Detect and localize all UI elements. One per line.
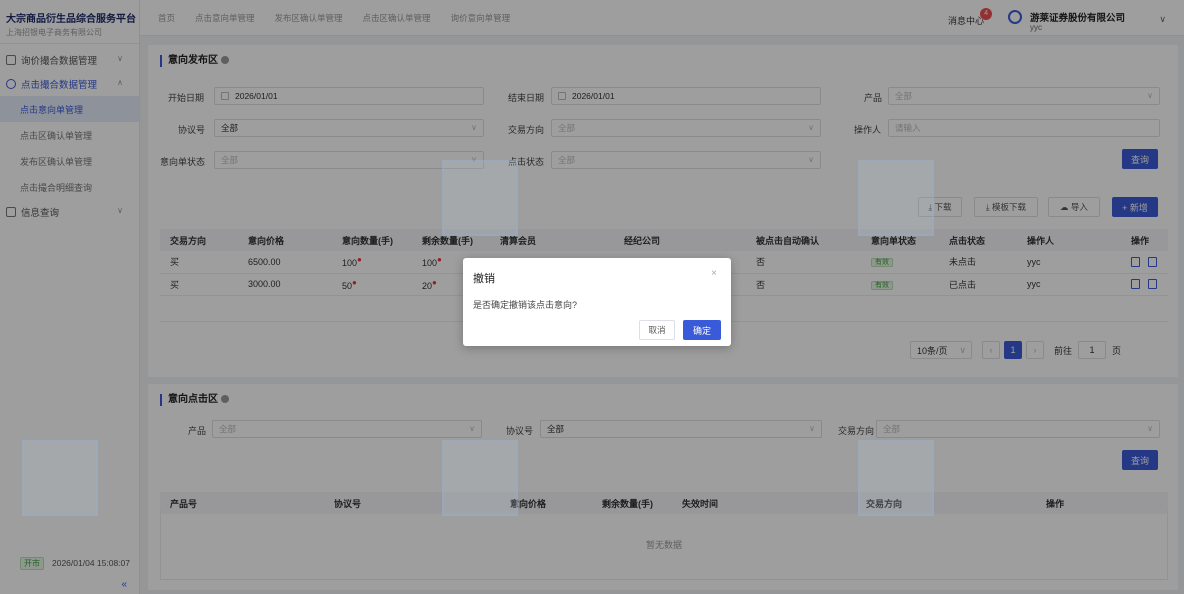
dialog-message: 是否确定撤销该点击意向? [473,300,578,310]
close-icon[interactable]: × [711,268,717,279]
watermark-stamp [858,440,934,516]
dialog-title: 撤销 [473,273,495,285]
watermark-stamp [442,160,518,236]
revoke-dialog: 撤销 × 是否确定撤销该点击意向? 取消 确定 [463,258,731,346]
cancel-button[interactable]: 取消 [639,320,675,340]
confirm-button[interactable]: 确定 [683,320,721,340]
watermark-stamp [442,440,518,516]
watermark-stamp [858,160,934,236]
watermark-stamp [22,440,98,516]
